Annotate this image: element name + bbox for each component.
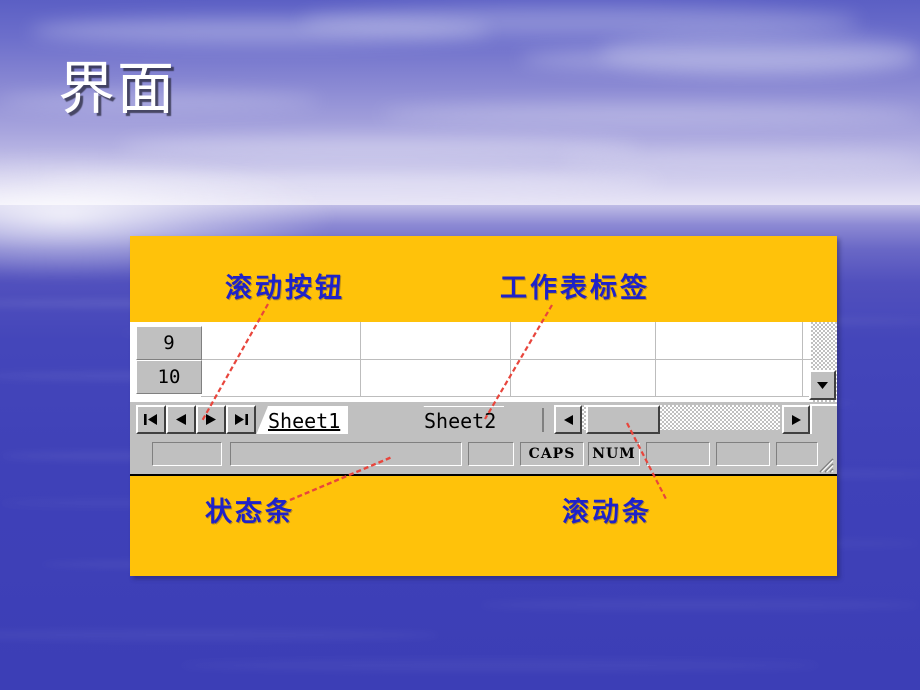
tab-next-button[interactable] <box>196 405 226 434</box>
excel-screenshot: 9 10 Sheet1 Sheet2 CAPS NUM <box>130 322 837 476</box>
row-header-label: 10 <box>157 366 181 388</box>
sheet-tab-label: Sheet2 <box>424 409 497 433</box>
slide-title: 界面 <box>58 58 176 121</box>
tab-last-button[interactable] <box>226 405 256 434</box>
tab-previous-button[interactable] <box>166 405 196 434</box>
grid-line-vertical <box>655 322 656 396</box>
last-sheet-icon <box>235 414 248 425</box>
resize-grip-icon[interactable] <box>816 455 834 473</box>
scrollbar-corner-box <box>810 404 837 434</box>
grid-line-vertical <box>510 322 511 396</box>
status-panel-message <box>230 442 462 466</box>
status-bar: CAPS NUM <box>130 434 837 476</box>
status-panel-blank-3 <box>716 442 770 466</box>
tab-first-button[interactable] <box>136 405 166 434</box>
status-panel-mode <box>152 442 222 466</box>
triangle-left-icon <box>563 414 573 425</box>
sheet-tab-sheet2[interactable]: Sheet2 <box>412 406 505 435</box>
grid-line-horizontal <box>201 359 829 360</box>
annotated-figure-panel: 滚动按钮 工作表标签 状态条 滚动条 9 10 Sheet1 Sheet2 CA… <box>130 236 837 576</box>
triangle-right-icon <box>206 414 216 425</box>
vertical-scrollbar[interactable] <box>809 322 837 402</box>
annotation-label-scroll-bar: 滚动条 <box>562 497 652 528</box>
triangle-right-icon <box>791 414 801 425</box>
annotation-label-scroll-buttons: 滚动按钮 <box>225 273 345 304</box>
sheet-tab-label: Sheet1 <box>268 409 341 433</box>
worksheet-grid: 9 10 <box>130 322 837 402</box>
grid-line-vertical <box>360 322 361 396</box>
scroll-down-button[interactable] <box>809 370 836 400</box>
annotation-label-sheet-tabs: 工作表标签 <box>500 273 650 304</box>
status-indicator-num: NUM <box>588 442 640 466</box>
hscroll-left-button[interactable] <box>554 405 582 434</box>
status-panel-blank-1 <box>468 442 514 466</box>
row-header-9[interactable]: 9 <box>136 326 202 360</box>
tab-area-divider <box>542 408 544 432</box>
status-panel-blank-4 <box>776 442 818 466</box>
annotation-label-status-bar: 状态条 <box>205 497 295 528</box>
first-sheet-icon <box>144 414 157 425</box>
grid-line-horizontal <box>201 396 829 397</box>
sheet-tab-sheet1[interactable]: Sheet1 <box>256 406 349 435</box>
triangle-down-icon <box>817 381 828 389</box>
status-panel-blank-2 <box>646 442 710 466</box>
row-header-10[interactable]: 10 <box>136 360 202 394</box>
grid-line-vertical <box>802 322 803 396</box>
horizontal-scrollbar-thumb[interactable] <box>586 405 660 434</box>
triangle-left-icon <box>176 414 186 425</box>
presentation-slide: 界面 滚动按钮 工作表标签 状态条 滚动条 9 10 Sheet1 Sheet2… <box>0 0 920 690</box>
hscroll-right-button[interactable] <box>782 405 810 434</box>
figure-bottom-edge <box>130 474 837 476</box>
sheet-tab-row: Sheet1 Sheet2 <box>130 402 837 435</box>
row-header-label: 9 <box>163 332 175 354</box>
status-indicator-caps: CAPS <box>520 442 584 466</box>
